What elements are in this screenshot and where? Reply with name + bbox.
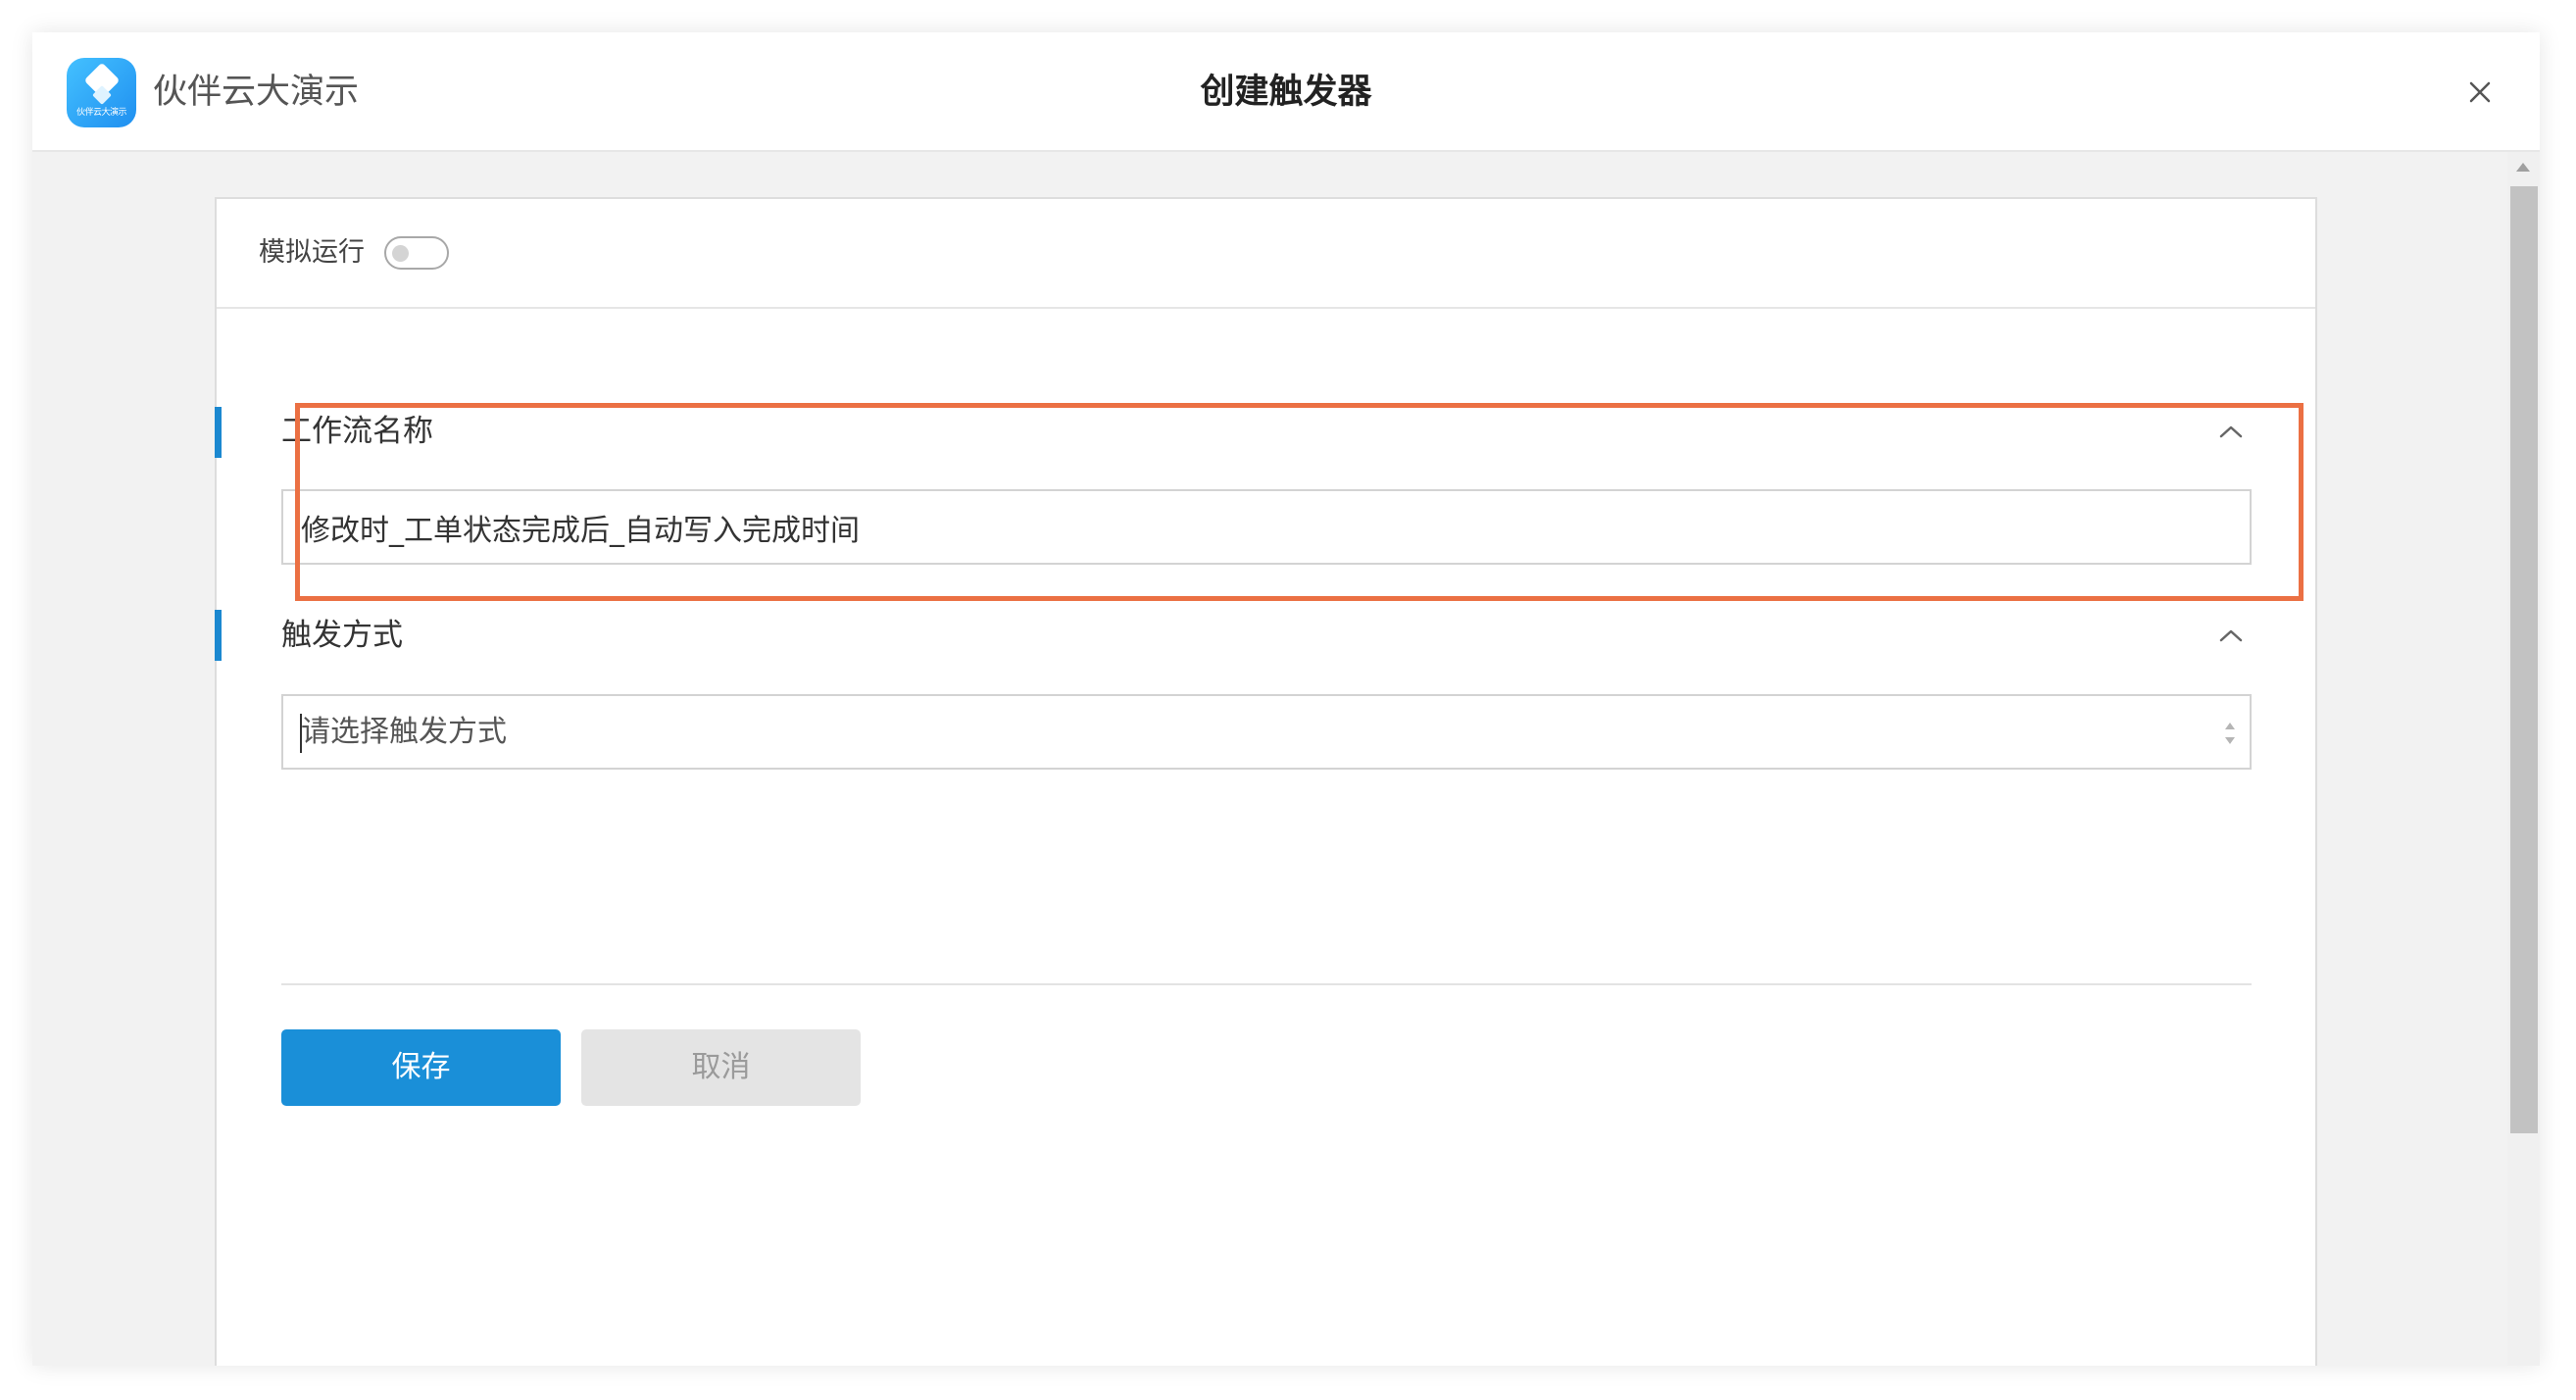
close-icon[interactable] bbox=[2463, 75, 2497, 109]
form-panel: 模拟运行 工作流名称 触发方式 请选择触发方式 bbox=[215, 197, 2317, 1366]
vertical-scrollbar[interactable] bbox=[2507, 152, 2540, 1366]
section-title-trigger-method: 触发方式 bbox=[281, 618, 403, 653]
trigger-method-select[interactable]: 请选择触发方式 bbox=[281, 694, 2252, 770]
section-marker-trigger-method bbox=[215, 610, 222, 661]
scroll-thumb[interactable] bbox=[2510, 186, 2538, 1133]
trigger-method-placeholder: 请选择触发方式 bbox=[301, 715, 507, 749]
workflow-name-input[interactable] bbox=[281, 489, 2252, 565]
section-title-workflow-name: 工作流名称 bbox=[281, 414, 433, 449]
title-bar: 伙伴云大演示 伙伴云大演示 创建触发器 bbox=[32, 32, 2540, 152]
form-divider bbox=[281, 983, 2252, 985]
section-marker-workflow-name bbox=[215, 407, 222, 458]
chevron-up-icon[interactable] bbox=[2216, 625, 2246, 645]
save-button[interactable]: 保存 bbox=[281, 1029, 561, 1106]
dialog-title: 创建触发器 bbox=[1200, 73, 1372, 112]
dialog-window: 伙伴云大演示 伙伴云大演示 创建触发器 模拟运行 工作流名称 修改时_工单状态完… bbox=[32, 32, 2540, 1366]
up-down-arrows-icon[interactable] bbox=[2222, 718, 2238, 749]
simulate-label: 模拟运行 bbox=[259, 237, 365, 268]
scroll-up-arrow-icon[interactable] bbox=[2516, 163, 2530, 172]
chevron-up-icon[interactable] bbox=[2216, 422, 2246, 441]
text-caret bbox=[300, 714, 302, 753]
simulate-toggle[interactable] bbox=[384, 236, 449, 270]
cancel-button[interactable]: 取消 bbox=[581, 1029, 861, 1106]
toggle-knob bbox=[392, 245, 409, 262]
simulate-row: 模拟运行 bbox=[217, 199, 2315, 309]
